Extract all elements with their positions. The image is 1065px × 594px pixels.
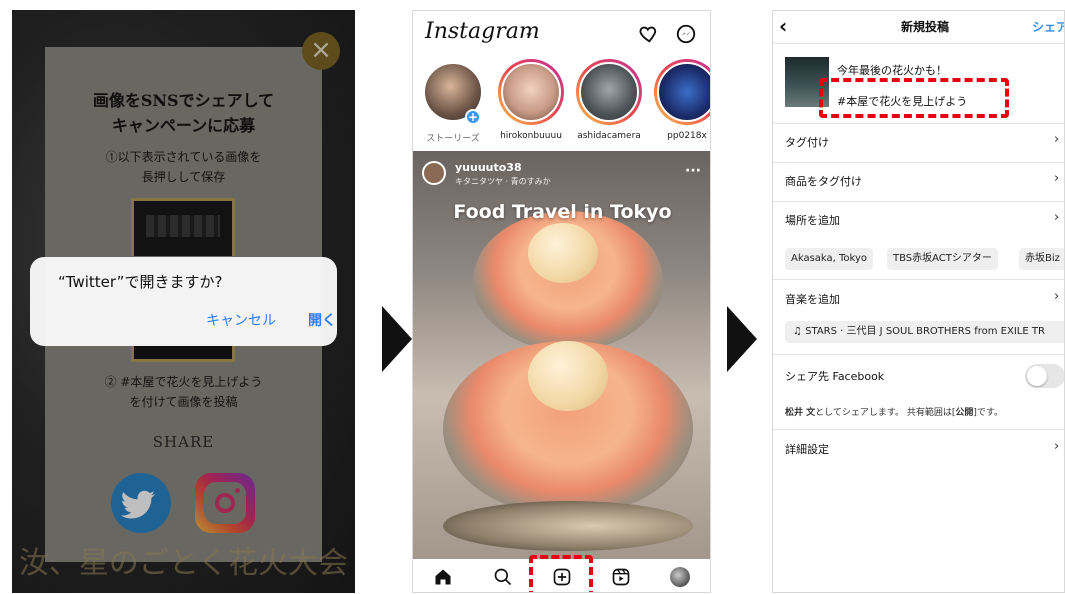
share-note-mid: としてシェアします。 共有範囲は[ xyxy=(815,408,956,418)
divider xyxy=(773,279,1064,280)
open-in-twitter-dialog: “Twitter”で開きますか? キャンセル 開く xyxy=(30,257,337,346)
divider xyxy=(773,429,1064,430)
story-item[interactable]: hirokonbuuuu xyxy=(497,59,565,141)
story-item[interactable]: ashidacamera xyxy=(575,59,643,141)
advanced-settings-row[interactable]: 詳細設定 xyxy=(785,441,829,457)
share-note-public: 公開 xyxy=(955,408,974,418)
location-chip[interactable]: Akasaka, Tokyo xyxy=(785,248,874,270)
new-post-screen: ‹ 新規投稿 シェア 今年最後の花火かも！ #本屋で花火を見上げよう タグ付け … xyxy=(772,10,1065,593)
music-chip[interactable]: ♫ STARS · 三代目 J SOUL BROTHERS from EXILE… xyxy=(785,321,1064,343)
location-chip[interactable]: 赤坂Biz xyxy=(1019,248,1064,270)
search-icon[interactable] xyxy=(493,567,513,587)
avatar xyxy=(501,62,561,122)
story-name: hirokonbuuuu xyxy=(500,131,562,141)
dialog-title: “Twitter”で開きますか? xyxy=(58,273,223,291)
story-name: ストーリーズ xyxy=(426,134,480,144)
hashtag-highlight xyxy=(819,78,1009,118)
back-chevron-icon[interactable]: ‹ xyxy=(779,14,787,38)
chevron-right-icon: › xyxy=(1054,132,1060,147)
open-button[interactable]: 開く xyxy=(308,310,336,330)
music-track: STARS · 三代目 J SOUL BROTHERS from EXILE T… xyxy=(805,326,1045,337)
post-username[interactable]: yuuuuto38 xyxy=(455,161,522,174)
share-note-end: ]です。 xyxy=(973,408,1003,418)
avatar xyxy=(657,62,710,122)
add-music-row[interactable]: 音楽を追加 xyxy=(785,291,840,307)
chevron-right-icon: › xyxy=(1054,210,1060,225)
divider xyxy=(773,123,1064,124)
chevron-right-icon: › xyxy=(1054,171,1060,186)
divider xyxy=(773,162,1064,163)
profile-icon[interactable] xyxy=(670,567,690,587)
story-ring xyxy=(654,59,710,125)
share-note-name: 松井 文 xyxy=(785,408,816,418)
reels-icon[interactable] xyxy=(611,567,631,587)
location-chip[interactable]: TBS赤坂ACTシアター xyxy=(887,248,998,270)
spoon xyxy=(443,501,693,551)
add-story-icon[interactable]: + xyxy=(465,109,481,125)
divider xyxy=(773,354,1064,355)
messenger-icon[interactable] xyxy=(675,23,697,45)
story-item[interactable]: pp0218x xyxy=(653,59,710,141)
ice-cream-scoop xyxy=(528,341,608,411)
instagram-logo[interactable]: Instagram xyxy=(425,19,540,44)
page-title: 新規投稿 xyxy=(901,20,950,34)
story-name: pp0218x xyxy=(667,131,707,141)
story-item-own[interactable]: + ストーリーズ xyxy=(419,59,487,144)
story-ring xyxy=(576,59,642,125)
next-step-arrow xyxy=(727,306,757,372)
post-overlay-caption: Food Travel in Tokyo xyxy=(453,201,672,223)
share-facebook-row: シェア先 Facebook xyxy=(785,370,885,383)
tag-people-row[interactable]: タグ付け xyxy=(785,134,829,150)
avatar xyxy=(579,62,639,122)
chevron-right-icon: › xyxy=(1054,439,1060,454)
divider xyxy=(773,43,1064,44)
avatar[interactable] xyxy=(422,161,446,185)
share-button[interactable]: シェア xyxy=(1032,18,1064,35)
post-music[interactable]: キタニタツヤ · 青のすみか xyxy=(455,176,551,187)
tag-products-row[interactable]: 商品をタグ付け xyxy=(785,173,862,189)
chevron-right-icon: › xyxy=(1054,289,1060,304)
next-step-arrow xyxy=(382,306,412,372)
add-location-row[interactable]: 場所を追加 xyxy=(785,212,840,228)
more-options-icon[interactable]: ··· xyxy=(685,163,701,179)
caption-line-1[interactable]: 今年最後の花火かも！ xyxy=(837,62,947,78)
add-post-highlight xyxy=(529,555,593,592)
chevron-down-icon[interactable]: ⌄ xyxy=(524,25,534,39)
ice-cream-scoop xyxy=(528,223,598,283)
divider xyxy=(773,201,1064,202)
story-name: ashidacamera xyxy=(577,131,641,141)
music-note-icon: ♫ xyxy=(793,326,806,337)
instagram-feed-screen: Instagram ⌄ + ストーリーズ hirokonbuuuu ashida… xyxy=(412,10,711,593)
cancel-button[interactable]: キャンセル xyxy=(206,310,276,330)
share-note: 松井 文としてシェアします。 共有範囲は[公開]です。 xyxy=(785,405,1003,418)
campaign-screen: × 画像をSNSでシェアして キャンペーンに応募 ①以下表示されている画像を 長… xyxy=(12,10,355,593)
tutorial-stage: × 画像をSNSでシェアして キャンペーンに応募 ①以下表示されている画像を 長… xyxy=(0,0,1065,594)
story-ring xyxy=(498,59,564,125)
heart-icon[interactable] xyxy=(637,23,659,45)
home-icon[interactable] xyxy=(433,567,453,587)
facebook-toggle[interactable] xyxy=(1025,364,1064,388)
